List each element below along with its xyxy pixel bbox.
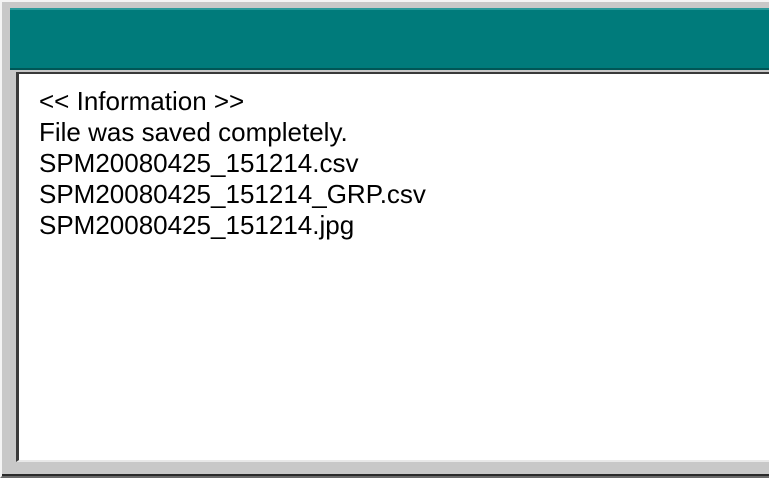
message-panel: << Information >> File was saved complet… <box>16 72 769 462</box>
saved-file-grp-csv: SPM20080425_151214_GRP.csv <box>39 179 426 209</box>
status-message: File was saved completely. <box>39 117 348 147</box>
message-lines: << Information >> File was saved complet… <box>39 86 426 241</box>
window-bottom-edge <box>2 474 769 476</box>
dialog-title-bar[interactable] <box>10 8 769 70</box>
information-header: << Information >> <box>39 86 245 116</box>
saved-file-jpg: SPM20080425_151214.jpg <box>39 210 355 240</box>
saved-file-csv: SPM20080425_151214.csv <box>39 148 359 178</box>
information-dialog: << Information >> File was saved complet… <box>0 0 769 478</box>
